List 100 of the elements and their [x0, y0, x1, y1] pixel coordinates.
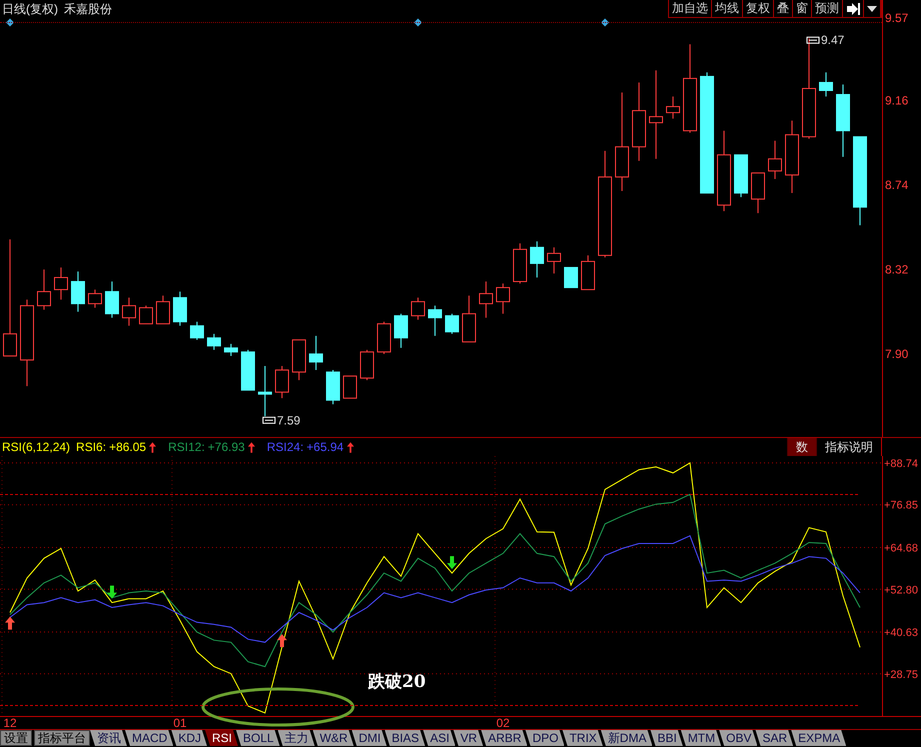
axis-label: 7.90 — [885, 346, 908, 361]
indicator-tab[interactable]: ARBR — [481, 730, 528, 746]
candlestick — [530, 240, 544, 278]
caret-icon — [867, 6, 877, 12]
candlestick — [326, 370, 340, 405]
axis-label: +76.85 — [884, 500, 918, 512]
toolbar-button[interactable]: 加自选 — [669, 0, 712, 17]
candlestick — [445, 313, 459, 334]
series-name: RSI6: — [76, 440, 106, 454]
stock-name: 禾嘉股份 — [64, 0, 112, 18]
axis-label: +52.80 — [884, 584, 918, 596]
annotation-text: 跌破20 — [368, 672, 426, 692]
indicator-tab[interactable]: DMI — [352, 730, 387, 746]
candlestick — [309, 335, 323, 371]
price-label: 9.47 — [821, 33, 844, 48]
down-arrow-icon — [107, 586, 117, 599]
toolbar-button[interactable]: 预测 — [812, 0, 843, 17]
candlestick — [343, 376, 357, 399]
candlestick — [768, 140, 782, 180]
indicator-tab[interactable]: RSI — [205, 730, 238, 746]
candlestick — [71, 271, 85, 312]
toolbar-button[interactable]: 设置 — [0, 730, 32, 746]
series-name: RSI24: — [266, 440, 304, 454]
candlestick — [581, 254, 595, 290]
indicator-tab[interactable]: W&R — [312, 730, 354, 746]
candlestick — [547, 246, 561, 274]
toolbar-button[interactable]: 指标平台 — [34, 730, 90, 746]
candlestick — [496, 283, 510, 314]
indicator-tab[interactable]: DPO — [525, 730, 564, 746]
candlestick — [190, 321, 204, 340]
axis-label: 9.16 — [885, 94, 908, 108]
indicator-tab[interactable]: TRIX — [562, 730, 603, 746]
series-name: RSI12: — [168, 440, 205, 454]
candlestick — [173, 291, 187, 326]
candlestick — [666, 96, 680, 120]
up-arrow-icon — [277, 634, 287, 648]
indicator-tab[interactable]: BBI — [650, 730, 683, 746]
axis-label: +64.68 — [884, 542, 918, 554]
indicator-tab[interactable]: MTM — [680, 730, 722, 746]
indicator-tab[interactable]: SAR — [755, 730, 794, 746]
candlestick — [156, 295, 170, 324]
up-arrow-icon — [5, 616, 15, 630]
axis-label: 9.57 — [885, 11, 908, 26]
candlestick — [122, 297, 136, 326]
indicator-tab[interactable]: BOLL — [236, 730, 280, 746]
candlestick — [224, 343, 238, 356]
axis-label: +88.74 — [884, 458, 918, 470]
price-label: 7.59 — [277, 413, 300, 428]
diamond-marker-icon — [6, 18, 14, 26]
legend-value: +76.93 — [208, 440, 245, 454]
indicator-tab[interactable]: VR — [453, 730, 484, 746]
dropdown-button[interactable] — [864, 0, 881, 17]
axis-label: +40.63 — [884, 627, 918, 640]
indicator-tab[interactable]: OBV — [719, 730, 758, 746]
diamond-marker-icon — [601, 18, 609, 26]
candlestick — [411, 297, 425, 320]
candlestick — [479, 281, 493, 318]
candlestick — [394, 313, 408, 348]
candlestick — [139, 305, 153, 324]
toolbar-button[interactable]: 均线 — [712, 0, 743, 17]
period-label: 日线(复权) — [2, 0, 58, 18]
panel-button[interactable]: 数 — [787, 438, 816, 456]
indicator-tab[interactable]: 新DMA — [600, 730, 652, 746]
axis-label: 8.74 — [885, 178, 908, 192]
candlestick — [241, 349, 255, 391]
candlestick — [819, 72, 833, 98]
indicator-tab[interactable]: MACD — [125, 730, 174, 746]
indicator-tab[interactable]: 主力 — [278, 730, 315, 746]
candlestick — [428, 305, 442, 336]
price-marker-icon — [806, 36, 820, 44]
up-arrow-icon — [149, 442, 156, 452]
diamond-marker-icon — [414, 18, 422, 26]
date-label: 01 — [173, 716, 187, 729]
candlestick — [377, 321, 391, 354]
candlestick — [105, 281, 119, 318]
date-label: 12 — [3, 716, 17, 729]
up-arrow-icon — [346, 442, 354, 452]
down-arrow-icon — [447, 556, 457, 570]
candlestick — [734, 154, 748, 198]
candlestick — [258, 366, 272, 417]
indicator-tab[interactable]: 资讯 — [90, 730, 127, 746]
candlestick — [513, 242, 527, 284]
toolbar-button[interactable]: 复权 — [743, 0, 774, 17]
indicator-tab[interactable]: KDJ — [171, 730, 208, 746]
candlestick — [462, 295, 476, 342]
candlestick — [88, 289, 102, 308]
candlestick — [360, 349, 374, 381]
candlestick — [564, 266, 578, 288]
toolbar-button[interactable]: 叠 — [774, 0, 793, 17]
indicator-tab[interactable]: ASI — [423, 730, 456, 746]
skip-end-icon — [846, 2, 860, 14]
legend-value: +65.94 — [306, 440, 344, 454]
price-marker-icon — [262, 416, 276, 424]
indicator-title: RSI(6,12,24) — [2, 440, 70, 454]
axis-label: +28.75 — [884, 668, 918, 681]
candlestick — [292, 339, 306, 381]
legend-value: +86.05 — [109, 440, 146, 454]
indicator-tab[interactable]: BIAS — [384, 730, 426, 746]
candlestick — [37, 268, 51, 310]
indicator-tab[interactable]: EXPMA — [791, 730, 846, 746]
